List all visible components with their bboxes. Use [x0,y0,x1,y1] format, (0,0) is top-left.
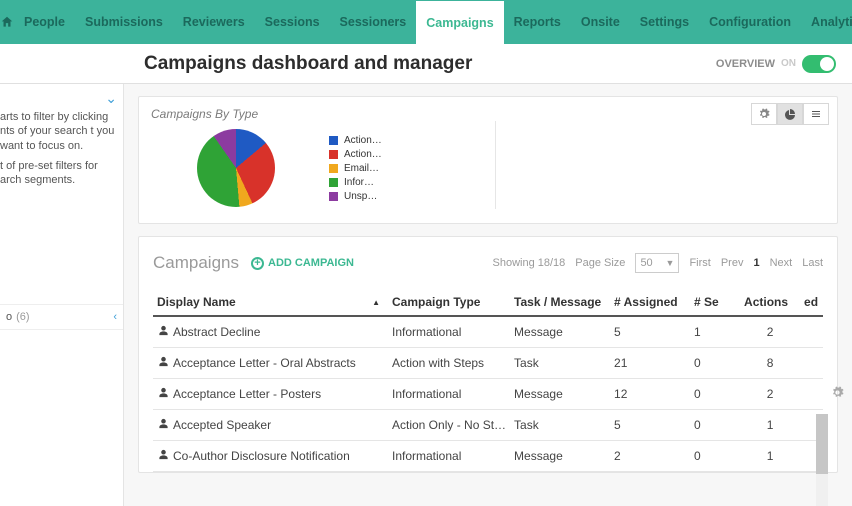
table-scrollbar[interactable] [816,414,828,506]
legend-swatch [329,136,338,145]
filter-sidebar: ⌄ arts to filter by clicking nts of your… [0,84,124,506]
plus-icon: + [251,257,264,270]
gear-icon[interactable] [751,103,777,125]
legend-item[interactable]: Infor… [329,175,382,189]
pie-chart-icon[interactable] [777,103,803,125]
legend-swatch [329,178,338,187]
legend-swatch [329,192,338,201]
page-title: Campaigns dashboard and manager [144,53,472,75]
pager-first[interactable]: First [689,257,710,269]
legend-item[interactable]: Action… [329,147,382,161]
col-assigned[interactable]: # Assigned [610,289,690,316]
content-area: Campaigns By Type Action… Action… Email…… [124,84,852,506]
nav-sessions[interactable]: Sessions [255,0,330,44]
person-icon [157,387,169,401]
top-nav: People Submissions Reviewers Sessions Se… [0,0,852,44]
person-icon [157,449,169,463]
page-size-label: Page Size [575,257,625,269]
pie-chart[interactable] [197,129,275,207]
table-row[interactable]: Acceptance Letter - Oral AbstractsAction… [153,348,823,379]
nav-onsite[interactable]: Onsite [571,0,630,44]
chart-title: Campaigns By Type [151,107,825,121]
nav-campaigns[interactable]: Campaigns [416,0,503,44]
col-display-name[interactable]: Display Name [153,289,388,316]
table-row[interactable]: Accepted SpeakerAction Only - No St…Task… [153,410,823,441]
pager-prev[interactable]: Prev [721,257,744,269]
add-campaign-button[interactable]: + ADD CAMPAIGN [251,257,354,270]
nav-settings[interactable]: Settings [630,0,699,44]
legend-swatch [329,150,338,159]
showing-label: Showing 18/18 [493,257,566,269]
sidebar-collapse-icon[interactable]: ⌄ [105,90,117,107]
pager-current: 1 [753,257,759,269]
campaigns-table: Display Name Campaign Type Task / Messag… [153,289,823,472]
list-icon[interactable] [803,103,829,125]
saved-filter-row[interactable]: o (6) ‹ [0,304,123,330]
home-icon[interactable] [0,0,14,44]
legend-item[interactable]: Email… [329,161,382,175]
pager-next[interactable]: Next [770,257,793,269]
person-icon [157,418,169,432]
table-row[interactable]: Abstract DeclineInformationalMessage512 [153,316,823,348]
chart-divider [495,121,496,209]
col-ed-partial[interactable]: ed [800,289,823,316]
page-size-select[interactable]: 50▼ [635,253,679,273]
overview-label: OVERVIEW [716,58,775,70]
person-icon [157,356,169,370]
campaigns-table-card: Campaigns + ADD CAMPAIGN Showing 18/18 P… [138,236,838,473]
nav-submissions[interactable]: Submissions [75,0,173,44]
col-campaign-type[interactable]: Campaign Type [388,289,510,316]
legend-item[interactable]: Unsp… [329,189,382,203]
table-pager: Showing 18/18 Page Size 50▼ First Prev 1… [493,253,824,273]
filter-count: (6) [16,311,29,323]
overview-state: ON [781,58,796,69]
nav-reviewers[interactable]: Reviewers [173,0,255,44]
title-bar: Campaigns dashboard and manager OVERVIEW… [0,44,852,84]
nav-configuration[interactable]: Configuration [699,0,801,44]
col-sent-partial[interactable]: # Se [690,289,740,316]
table-heading: Campaigns [153,253,239,273]
col-task-message[interactable]: Task / Message [510,289,610,316]
table-settings-icon[interactable] [831,386,844,402]
nav-analytics[interactable]: Analytics [801,0,852,44]
nav-reports[interactable]: Reports [504,0,571,44]
chart-legend: Action… Action… Email… Infor… Unsp… [329,133,382,203]
pager-last[interactable]: Last [802,257,823,269]
main-area: ⌄ arts to filter by clicking nts of your… [0,84,852,506]
overview-toggle[interactable] [802,55,836,73]
chart-card: Campaigns By Type Action… Action… Email…… [138,96,838,224]
table-row[interactable]: Acceptance Letter - PostersInformational… [153,379,823,410]
nav-sessioners[interactable]: Sessioners [330,0,417,44]
legend-swatch [329,164,338,173]
chevron-left-icon: ‹ [113,311,117,323]
chart-toolbar [751,103,829,125]
legend-item[interactable]: Action… [329,133,382,147]
col-actions[interactable]: Actions [740,289,800,316]
nav-people[interactable]: People [14,0,75,44]
table-row[interactable]: Co-Author Disclosure NotificationInforma… [153,441,823,472]
filter-name: o [6,311,12,323]
person-icon [157,325,169,339]
